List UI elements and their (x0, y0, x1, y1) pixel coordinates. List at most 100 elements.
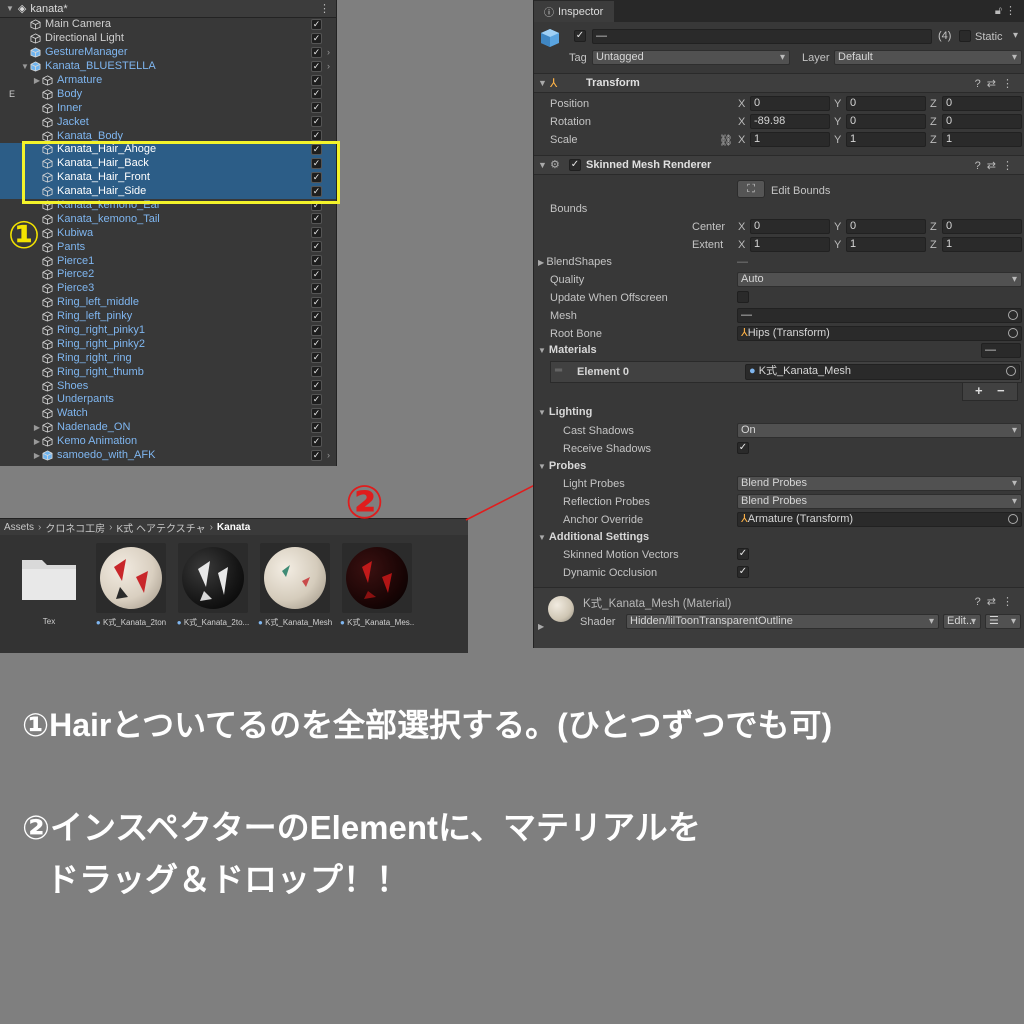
hierarchy-item[interactable]: Kubiwa ✓ (0, 226, 336, 240)
hierarchy-item[interactable]: Inner ✓ (0, 101, 336, 115)
smr-header[interactable]: ▼ ⚙ ✓ Skinned Mesh Renderer ?⇄⋮ (534, 155, 1024, 175)
kebab-menu-icon[interactable]: ⋮ (319, 2, 330, 15)
breadcrumb-item[interactable]: K式 ヘアテクスチャ (117, 520, 206, 535)
quality-dropdown[interactable]: Auto (737, 272, 1022, 287)
active-checkbox[interactable]: ✓ (311, 102, 322, 114)
drag-handle-icon[interactable]: ═ (555, 365, 562, 376)
hierarchy-item[interactable]: Ring_right_pinky2 ✓ (0, 337, 336, 351)
hierarchy-item[interactable]: Shoes ✓ (0, 379, 336, 393)
materials-size-field[interactable]: — (981, 343, 1021, 358)
prefab-open-icon[interactable]: › (327, 46, 330, 59)
object-picker-icon[interactable] (1006, 366, 1016, 376)
static-checkbox[interactable] (959, 30, 971, 42)
hierarchy-item[interactable]: Ring_right_pinky1 ✓ (0, 324, 336, 338)
center-y-field[interactable]: 0 (846, 219, 926, 234)
hierarchy-item[interactable]: Kanata_kemono_Tail ✓ (0, 212, 336, 226)
hierarchy-item[interactable]: Main Camera ✓ (0, 18, 336, 32)
hierarchy-item[interactable]: Kanata_Hair_Side ✓ (0, 184, 336, 199)
active-checkbox[interactable]: ✓ (311, 352, 322, 364)
hierarchy-item[interactable]: Kanata_Body ✓ (0, 129, 336, 143)
hierarchy-item[interactable]: ▼ Kanata_BLUESTELLA ✓ › (0, 60, 336, 74)
fold-right-icon[interactable]: ▶ (32, 449, 42, 462)
component-menu-icon[interactable]: ?⇄⋮ (975, 159, 1019, 172)
component-menu-icon[interactable]: ?⇄⋮ (975, 595, 1019, 608)
active-checkbox[interactable]: ✓ (311, 421, 322, 433)
hierarchy-item[interactable]: Underpants ✓ (0, 393, 336, 407)
active-checkbox[interactable]: ✓ (311, 255, 322, 267)
hierarchy-item[interactable]: Kanata_Hair_Front ✓ (0, 170, 336, 185)
hierarchy-item[interactable]: Jacket ✓ (0, 115, 336, 129)
reflection-probes-dropdown[interactable]: Blend Probes (737, 494, 1022, 509)
center-z-field[interactable]: 0 (942, 219, 1022, 234)
light-probes-dropdown[interactable]: Blend Probes (737, 476, 1022, 491)
component-menu-icon[interactable]: ?⇄⋮ (975, 77, 1019, 90)
fold-down-icon[interactable]: ▼ (20, 60, 30, 73)
extent-z-field[interactable]: 1 (942, 237, 1022, 252)
fold-right-icon[interactable]: ▶ (32, 421, 42, 434)
tag-dropdown[interactable]: Untagged (592, 50, 790, 65)
position-z-field[interactable]: 0 (942, 96, 1022, 111)
lock-icon[interactable]: 🔓︎ ⋮ (995, 4, 1016, 18)
active-checkbox[interactable]: ✓ (311, 338, 322, 350)
active-checkbox[interactable]: ✓ (311, 449, 322, 461)
rotation-x-field[interactable]: -89.98 (750, 114, 830, 129)
hierarchy-item[interactable]: Kanata_Hair_Ahoge ✓ (0, 143, 336, 157)
active-checkbox[interactable]: ✓ (311, 185, 322, 197)
rotation-y-field[interactable]: 0 (846, 114, 926, 129)
breadcrumb-item[interactable]: Assets (4, 522, 34, 533)
center-x-field[interactable]: 0 (750, 219, 830, 234)
hierarchy-item[interactable]: Pierce1 ✓ (0, 254, 336, 268)
object-name-field[interactable]: — (592, 29, 932, 44)
active-checkbox[interactable]: ✓ (311, 435, 322, 447)
active-checkbox[interactable]: ✓ (311, 32, 322, 44)
hierarchy-item[interactable]: Ring_right_thumb ✓ (0, 365, 336, 379)
scale-x-field[interactable]: 1 (750, 132, 830, 147)
hierarchy-item[interactable]: Body ✓ (0, 87, 336, 101)
active-checkbox[interactable]: ✓ (311, 144, 322, 156)
mesh-field[interactable]: — (737, 308, 1022, 323)
hierarchy-item[interactable]: ▶ Kemo Animation ✓ (0, 435, 336, 449)
active-checkbox[interactable]: ✓ (311, 366, 322, 378)
plus-button[interactable]: + (975, 383, 983, 398)
dynamic-occlusion-checkbox[interactable]: ✓ (737, 566, 749, 578)
breadcrumb-item[interactable]: クロネコ工房 (45, 520, 105, 535)
edit-bounds-button[interactable]: ⛶ (737, 180, 765, 198)
hierarchy-item[interactable]: Pants ✓ (0, 240, 336, 254)
fold-down-icon[interactable]: ▼ (538, 78, 547, 88)
material-asset[interactable]: ● K式_Kanata_2ton (94, 543, 168, 628)
minus-button[interactable]: − (997, 383, 1005, 398)
active-checkbox[interactable]: ✓ (311, 213, 322, 225)
active-checkbox[interactable]: ✓ (311, 282, 322, 294)
motion-vectors-checkbox[interactable]: ✓ (737, 548, 749, 560)
hierarchy-item[interactable]: Pierce3 ✓ (0, 282, 336, 296)
smr-enabled-checkbox[interactable]: ✓ (569, 159, 581, 171)
fold-right-icon[interactable]: ▶ (32, 74, 42, 87)
extent-x-field[interactable]: 1 (750, 237, 830, 252)
prefab-open-icon[interactable]: › (327, 60, 330, 73)
position-x-field[interactable]: 0 (750, 96, 830, 111)
hierarchy-item[interactable]: Directional Light ✓ (0, 32, 336, 46)
breadcrumb-item[interactable]: Kanata (217, 522, 250, 533)
shader-options-button[interactable]: ☰ (985, 614, 1021, 629)
active-checkbox[interactable]: ✓ (311, 227, 322, 239)
object-picker-icon[interactable] (1008, 310, 1018, 320)
hierarchy-item[interactable]: GestureManager ✓ › (0, 46, 336, 60)
hierarchy-item[interactable]: ▶ Armature ✓ (0, 74, 336, 88)
additional-settings-label[interactable]: ▼ Additional Settings (538, 531, 649, 543)
update-offscreen-checkbox[interactable] (737, 291, 749, 303)
lighting-label[interactable]: ▼ Lighting (538, 406, 592, 418)
active-checkbox[interactable]: ✓ (311, 116, 322, 128)
object-picker-icon[interactable] (1008, 514, 1018, 524)
hierarchy-item[interactable]: Ring_left_middle ✓ (0, 296, 336, 310)
scale-y-field[interactable]: 1 (846, 132, 926, 147)
active-checkbox[interactable]: ✓ (311, 171, 322, 183)
material-asset[interactable]: ● K式_Kanata_Mes... (340, 543, 414, 628)
hierarchy-item[interactable]: ▶ samoedo_with_AFK ✓ › (0, 449, 336, 463)
hierarchy-item[interactable]: Kanata_kemono_Ear ✓ (0, 199, 336, 213)
shader-edit-button[interactable]: Edit... (943, 614, 981, 629)
active-checkbox[interactable]: ✓ (311, 269, 322, 281)
active-checkbox[interactable]: ✓ (311, 74, 322, 86)
root-bone-field[interactable]: ⅄Hips (Transform) (737, 326, 1022, 341)
folder-asset[interactable]: Tex (12, 543, 86, 626)
scale-z-field[interactable]: 1 (942, 132, 1022, 147)
